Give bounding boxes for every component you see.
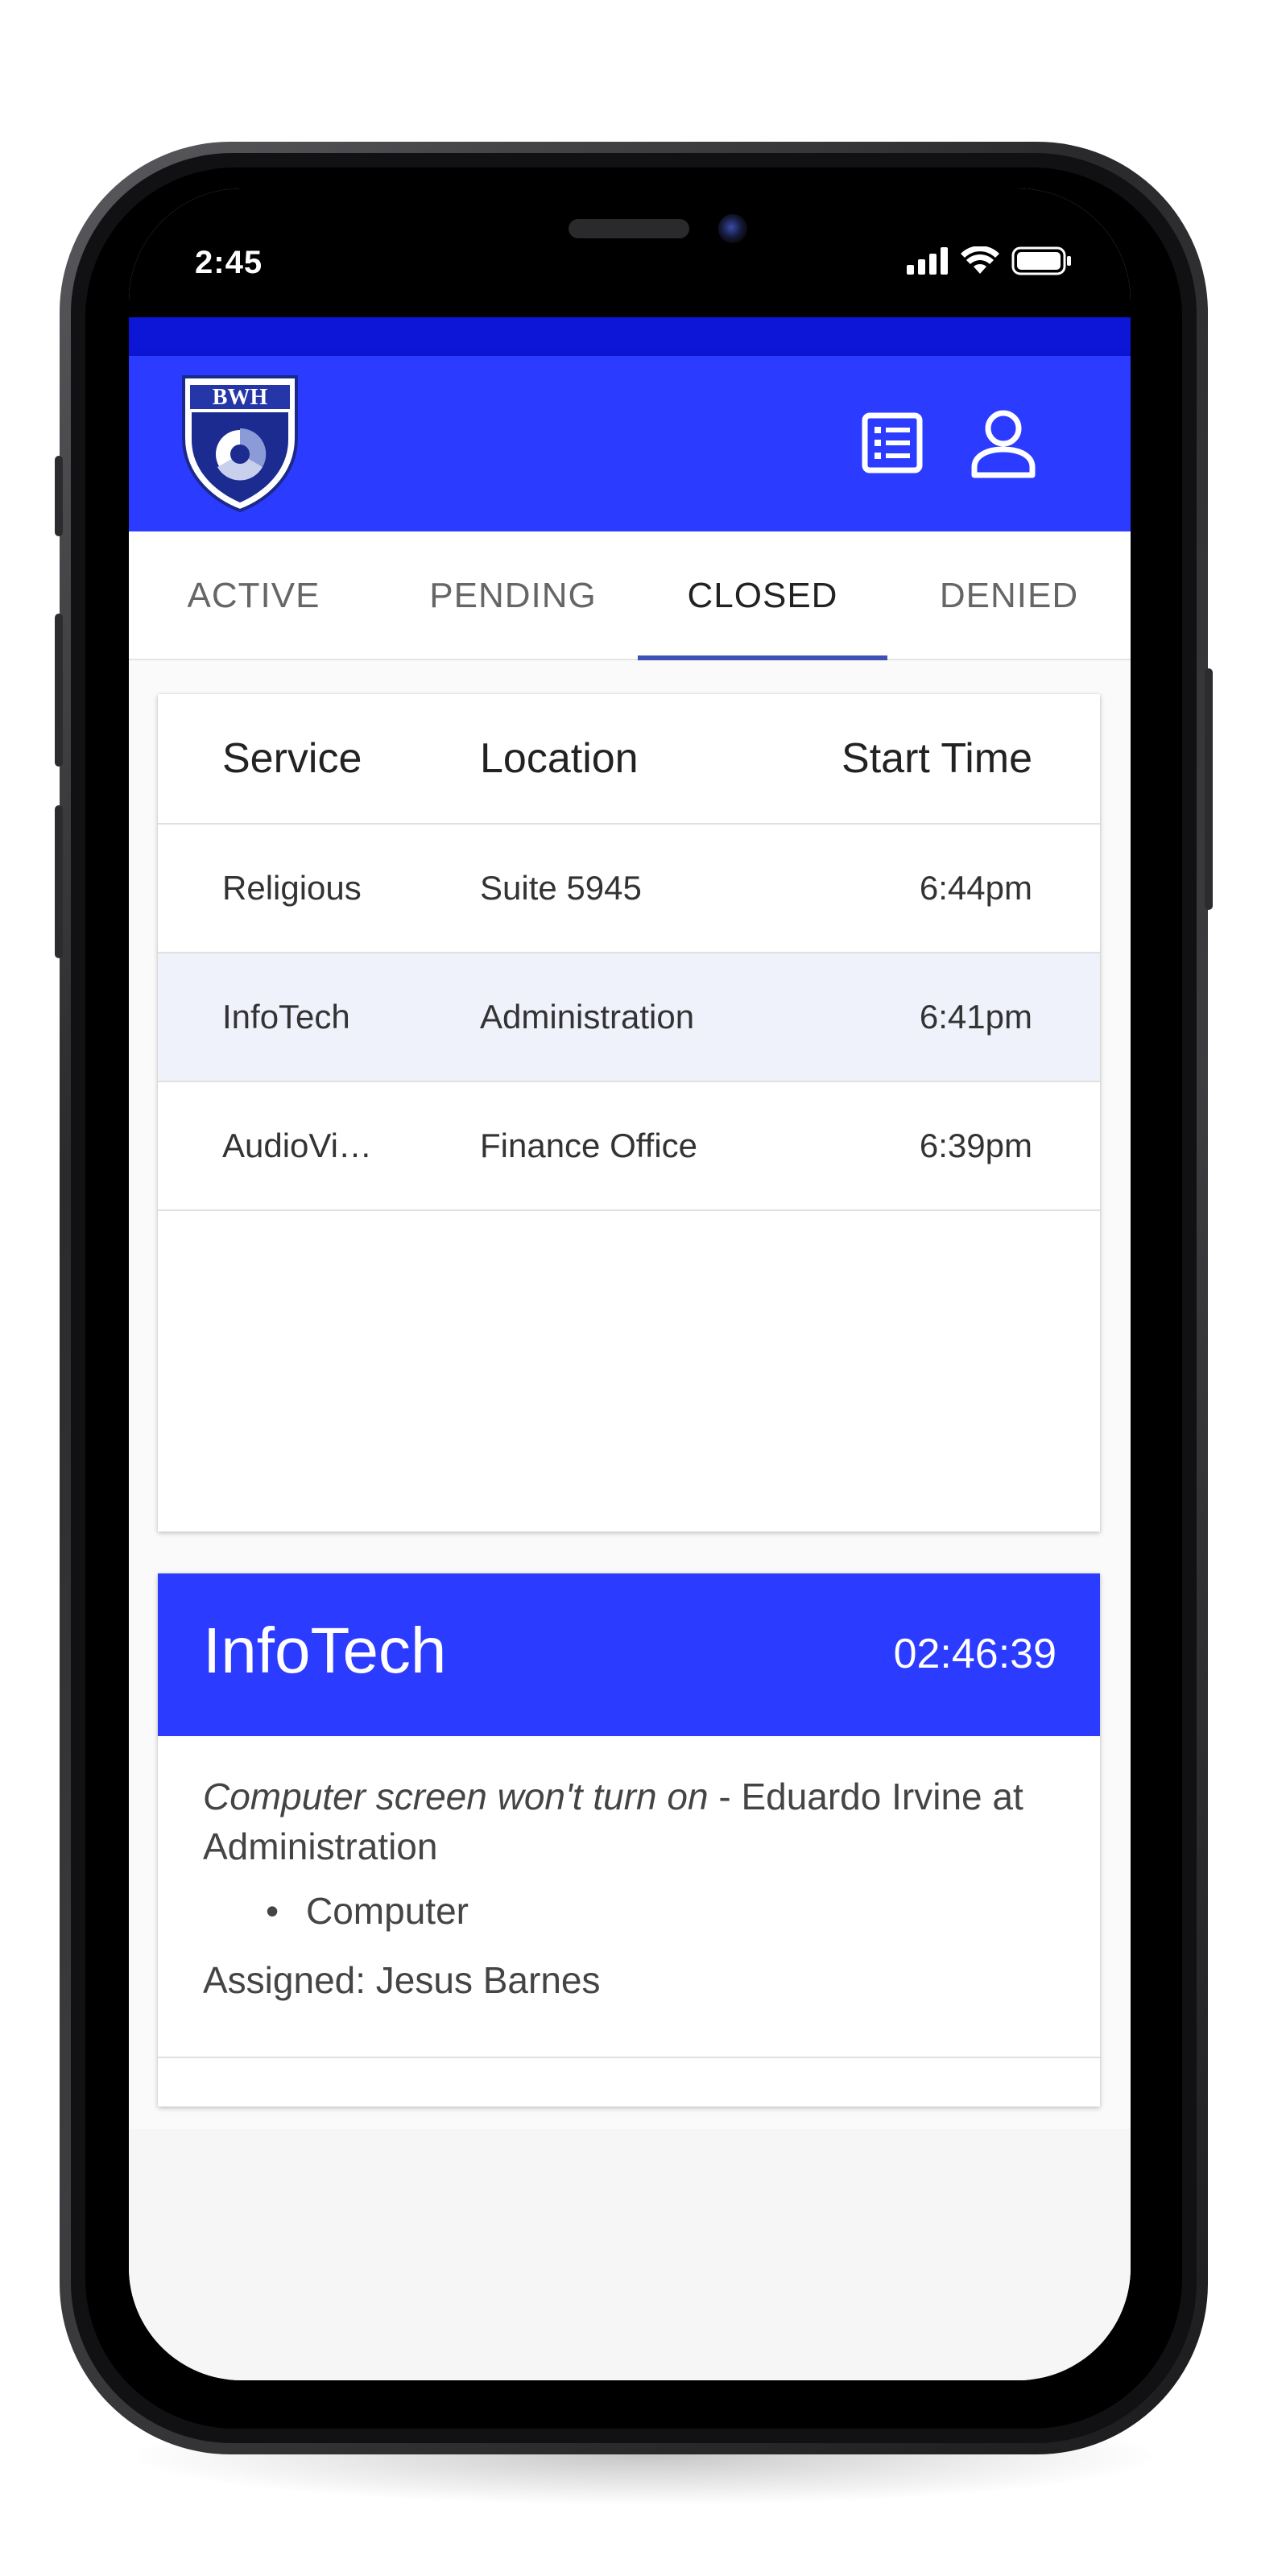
cell-start-time: 6:44pm [919, 869, 1032, 907]
tab-active[interactable]: ACTIVE [129, 531, 378, 660]
volume-up-button [55, 614, 63, 767]
phone-screen: 2:45 BWH ACTIVE PENDING CLOSED DENIED Se… [129, 188, 1131, 2380]
app-status-strip [129, 317, 1131, 356]
list-icon [862, 412, 923, 473]
wifi-icon [961, 246, 999, 274]
cell-location: Administration [480, 998, 695, 1036]
issue-description: Computer screen won't turn on [203, 1776, 709, 1817]
stage: 2:45 BWH ACTIVE PENDING CLOSED DENIED Se… [0, 0, 1286, 2576]
cell-service: AudioVi… [222, 1127, 373, 1164]
account-button[interactable] [963, 403, 1044, 483]
cell-service: InfoTech [222, 998, 350, 1036]
table-header: Service Location Start Time [158, 694, 1100, 825]
power-button [1205, 668, 1213, 910]
empty-background [129, 2129, 1131, 2380]
tab-pending[interactable]: PENDING [388, 531, 638, 660]
tab-closed[interactable]: CLOSED [638, 531, 887, 660]
signal-icon [907, 247, 948, 275]
logo-text: BWH [213, 385, 268, 410]
status-bar: 2:45 [129, 188, 1131, 317]
tab-indicator [638, 655, 887, 660]
status-tabs: ACTIVE PENDING CLOSED DENIED [129, 531, 1131, 660]
app-bar: BWH [129, 356, 1131, 531]
front-camera [718, 214, 747, 243]
request-detail-card: InfoTech 02:46:39 Computer screen won't … [158, 1573, 1100, 2107]
cell-location: Suite 5945 [480, 869, 642, 907]
list-item: Computer [266, 1886, 1057, 1936]
header-location[interactable]: Location [480, 694, 639, 823]
cell-service: Religious [222, 869, 362, 907]
battery-icon [1011, 246, 1071, 275]
account-icon [971, 410, 1036, 478]
detail-elapsed-timer: 02:46:39 [893, 1631, 1057, 1677]
cell-start-time: 6:41pm [919, 998, 1032, 1036]
assigned-staff: Assigned: Jesus Barnes [203, 1959, 601, 2001]
detail-header: InfoTech 02:46:39 [158, 1573, 1100, 1736]
list-button[interactable] [852, 403, 932, 483]
table-row[interactable]: Religious Suite 5945 6:44pm [158, 825, 1100, 953]
detail-service-title: InfoTech [203, 1615, 447, 1686]
description-separator: - [708, 1776, 742, 1817]
header-start-time[interactable]: Start Time [841, 694, 1032, 823]
detail-body: Computer screen won't turn on - Eduardo … [203, 1772, 1057, 2005]
status-icons [907, 246, 1073, 275]
speaker-grille [569, 219, 689, 238]
header-service[interactable]: Service [222, 694, 362, 823]
mute-switch [55, 456, 63, 536]
table-row[interactable]: AudioVi… Finance Office 6:39pm [158, 1082, 1100, 1211]
tab-denied[interactable]: DENIED [887, 531, 1131, 660]
volume-down-button [55, 805, 63, 958]
bwh-logo[interactable]: BWH [179, 374, 301, 512]
cell-start-time: 6:39pm [919, 1127, 1032, 1164]
table-row-selected[interactable]: InfoTech Administration 6:41pm [158, 953, 1100, 1082]
detail-divider [158, 2057, 1100, 2058]
status-time: 2:45 [195, 245, 263, 280]
requests-table: Service Location Start Time Religious Su… [158, 694, 1100, 1532]
equipment-list: Computer [266, 1886, 1057, 1936]
cell-location: Finance Office [480, 1127, 698, 1164]
detail-description: Computer screen won't turn on - Eduardo … [203, 1772, 1057, 1871]
